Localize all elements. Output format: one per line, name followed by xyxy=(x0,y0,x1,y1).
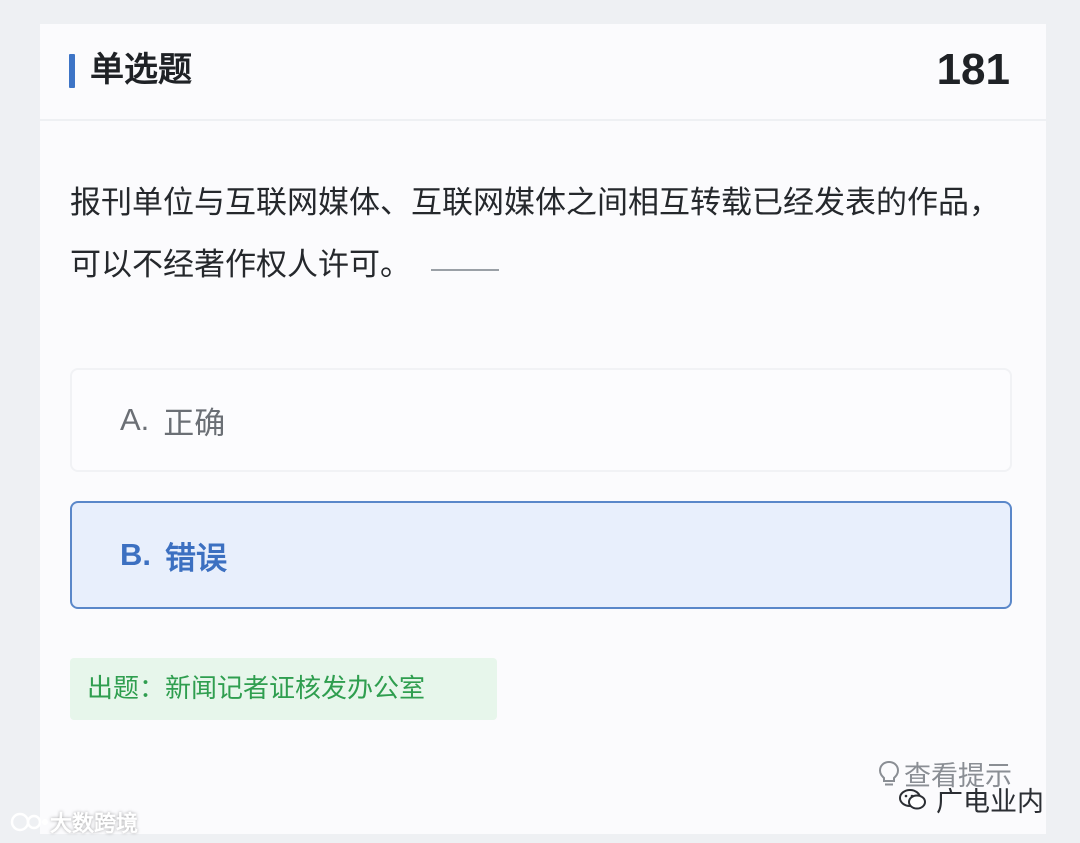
wechat-icon xyxy=(899,788,926,809)
source-badge: 出题：新闻记者证核发办公室 xyxy=(70,658,497,720)
watermark-left: 大数跨境 xyxy=(10,806,138,838)
option-a[interactable]: A. 正确 xyxy=(70,368,1012,472)
card-header: 单选题 181 xyxy=(40,24,1046,121)
option-a-letter: A. xyxy=(120,402,150,437)
accent-bar xyxy=(69,54,75,88)
quiz-page: 单选题 181 报刊单位与互联网媒体、互联网媒体之间相互转载已经发表的作品，可以… xyxy=(0,0,1080,843)
option-b-label: 错误 xyxy=(165,540,227,577)
question-type-title: 单选题 xyxy=(90,50,192,90)
answer-blank xyxy=(431,269,499,271)
question-text: 报刊单位与互联网媒体、互联网媒体之间相互转载已经发表的作品，可以不经著作权人许可… xyxy=(70,185,1000,283)
option-a-label: 正确 xyxy=(163,405,226,442)
option-b[interactable]: B. 错误 xyxy=(70,501,1012,609)
question-number: 181 xyxy=(936,45,1010,94)
question-card: 单选题 181 报刊单位与互联网媒体、互联网媒体之间相互转载已经发表的作品，可以… xyxy=(40,24,1046,834)
option-b-letter: B. xyxy=(120,537,151,572)
watermark-right: 广电业内 xyxy=(898,780,1044,819)
lightbulb-icon xyxy=(878,760,900,785)
brand-logo-icon xyxy=(10,812,48,832)
watermark-left-text: 大数跨境 xyxy=(50,812,139,837)
watermark-right-text: 广电业内 xyxy=(936,787,1044,818)
question-text-block: 报刊单位与互联网媒体、互联网媒体之间相互转载已经发表的作品，可以不经著作权人许可… xyxy=(70,172,1020,296)
